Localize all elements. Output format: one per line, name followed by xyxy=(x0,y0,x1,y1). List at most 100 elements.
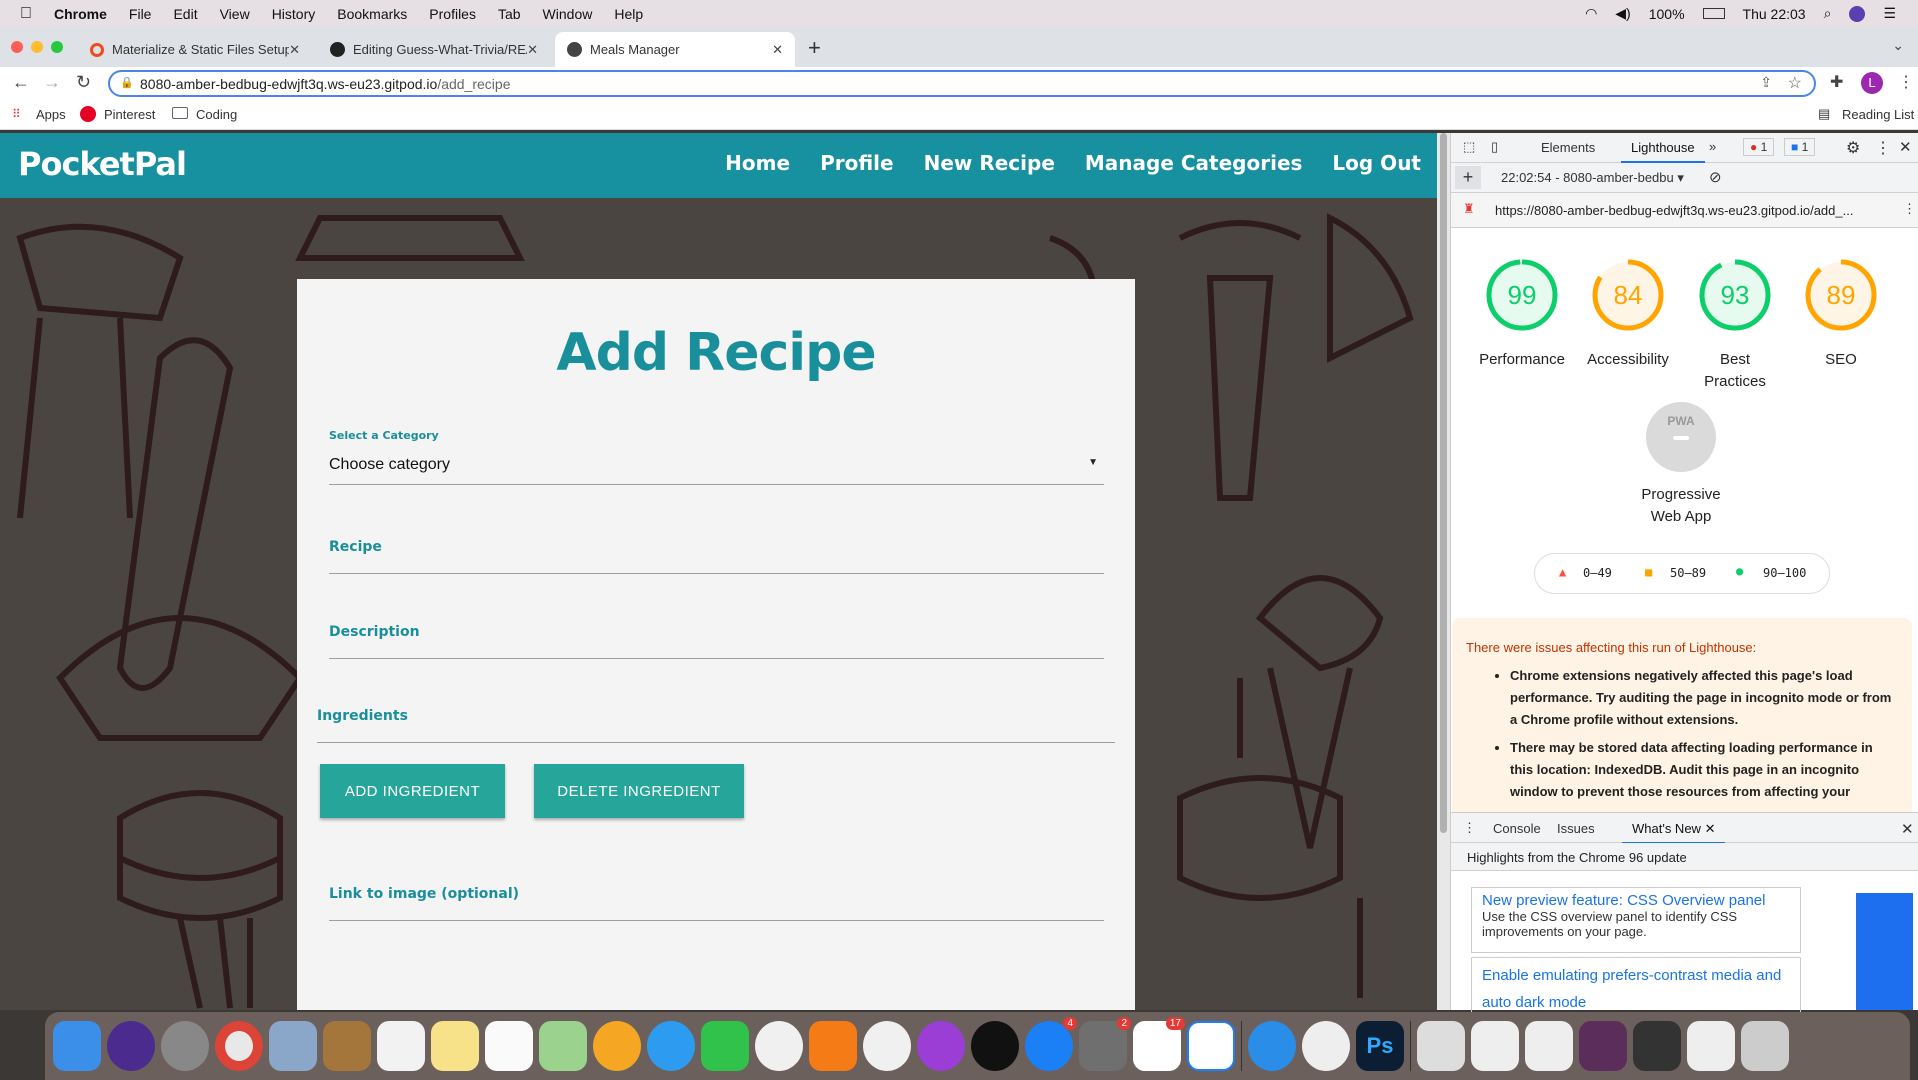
minimized-window[interactable] xyxy=(1471,1021,1519,1071)
drawer-menu-icon[interactable]: ⋮ xyxy=(1463,820,1476,836)
menu-file[interactable]: File xyxy=(129,6,152,22)
close-drawer-icon[interactable]: ✕ xyxy=(1901,820,1914,838)
contacts-icon[interactable] xyxy=(323,1021,371,1071)
back-button[interactable]: ← xyxy=(12,72,30,93)
category-select[interactable]: Choose category ▼ xyxy=(329,447,1104,485)
finder-icon[interactable] xyxy=(53,1021,101,1071)
launchpad-icon[interactable] xyxy=(161,1021,209,1071)
music-icon[interactable] xyxy=(863,1021,911,1071)
report-url[interactable]: https://8080-amber-bedbug-edwjft3q.ws-eu… xyxy=(1495,203,1853,218)
share-icon[interactable]: ⇪ xyxy=(1760,74,1772,91)
reminders-icon[interactable] xyxy=(485,1021,533,1071)
minimized-window[interactable] xyxy=(1525,1021,1573,1071)
chrome-icon[interactable] xyxy=(215,1021,263,1071)
app-store-icon[interactable]: 4 xyxy=(1025,1017,1077,1071)
nav-log-out[interactable]: Log Out xyxy=(1332,151,1421,175)
new-tab-button[interactable]: + xyxy=(808,35,821,61)
menu-edit[interactable]: Edit xyxy=(173,6,197,22)
printer-icon[interactable] xyxy=(1187,1021,1235,1071)
bookmark-coding[interactable]: Coding xyxy=(196,107,237,122)
score-gauge-accessibility[interactable]: 84 Accessibility xyxy=(1578,255,1678,371)
delete-ingredient-button[interactable]: DELETE INGREDIENT xyxy=(534,764,744,818)
device-toolbar-icon[interactable]: ▯ xyxy=(1491,139,1498,155)
devtools-menu-icon[interactable]: ⋮ xyxy=(1875,138,1891,158)
photos-icon[interactable] xyxy=(593,1021,641,1071)
mail-icon[interactable] xyxy=(269,1021,317,1071)
image-link-input[interactable]: Link to image (optional) xyxy=(329,871,1104,921)
menu-help[interactable]: Help xyxy=(614,6,643,22)
system-preferences-icon[interactable]: 2 xyxy=(1079,1017,1131,1071)
recipe-input[interactable]: Recipe xyxy=(329,524,1104,574)
close-tab-icon[interactable]: ✕ xyxy=(1705,821,1716,836)
error-counter[interactable]: ● 1 xyxy=(1743,138,1775,156)
siri-icon[interactable] xyxy=(1849,5,1866,22)
menu-app-name[interactable]: Chrome xyxy=(54,6,107,22)
news-icon[interactable] xyxy=(755,1021,803,1071)
clear-reports-icon[interactable]: ⊘ xyxy=(1709,168,1722,186)
apple-icon[interactable]:  xyxy=(20,5,32,23)
drawer-tab-whats-new[interactable]: What's New ✕ xyxy=(1622,821,1726,844)
nav-profile[interactable]: Profile xyxy=(820,151,894,175)
bookmark-apps[interactable]: Apps xyxy=(36,107,66,122)
bookmark-pinterest[interactable]: Pinterest xyxy=(104,107,155,122)
chrome-menu-icon[interactable]: ⋮ xyxy=(1898,72,1914,92)
menu-history[interactable]: History xyxy=(272,6,316,22)
forward-button[interactable]: → xyxy=(43,72,61,93)
battery-icon[interactable] xyxy=(1702,8,1725,19)
trash-icon[interactable] xyxy=(1741,1021,1789,1071)
score-gauge-seo[interactable]: 89 SEO xyxy=(1791,255,1891,371)
minimized-window[interactable] xyxy=(1579,1021,1627,1071)
reading-list-button[interactable]: Reading List xyxy=(1842,107,1914,122)
siri-icon[interactable] xyxy=(107,1021,155,1071)
drawer-tab-console[interactable]: Console xyxy=(1493,821,1541,836)
tab-search-chevron-icon[interactable]: ⌄ xyxy=(1892,37,1904,54)
page-scrollbar[interactable] xyxy=(1437,133,1450,1010)
tab-meals-manager[interactable]: Meals Manager ✕ xyxy=(555,32,795,67)
more-tabs-icon[interactable]: » xyxy=(1709,139,1716,154)
safari-icon[interactable] xyxy=(1248,1021,1296,1071)
minimized-window[interactable] xyxy=(1633,1021,1681,1071)
close-tab-icon[interactable]: ✕ xyxy=(289,42,300,58)
zoom-window-button[interactable] xyxy=(51,41,63,53)
description-input[interactable]: Description xyxy=(329,609,1104,659)
messages-icon[interactable] xyxy=(647,1021,695,1071)
menu-window[interactable]: Window xyxy=(543,6,593,22)
calendar-icon[interactable] xyxy=(377,1021,425,1071)
facetime-icon[interactable] xyxy=(701,1021,749,1071)
address-bar[interactable]: 🔒 8080-amber-bedbug-edwjft3q.ws-eu23.git… xyxy=(108,70,1816,97)
tab-elements[interactable]: Elements xyxy=(1541,140,1595,155)
new-report-button[interactable]: + xyxy=(1455,166,1481,189)
vlc-icon[interactable] xyxy=(809,1021,857,1071)
tab-materialize[interactable]: Materialize & Static Files Setup ✕ xyxy=(78,32,312,67)
volume-icon[interactable]: ◀) xyxy=(1615,5,1630,22)
photoshop-icon[interactable]: Ps xyxy=(1356,1021,1404,1071)
report-select[interactable]: 22:02:54 - 8080-amber-bedbu ▾ xyxy=(1501,170,1684,186)
score-gauge-best-practices[interactable]: 93 Best Practices xyxy=(1685,255,1785,393)
clock[interactable]: Thu 22:03 xyxy=(1743,6,1806,22)
add-ingredient-button[interactable]: ADD INGREDIENT xyxy=(320,764,505,818)
report-menu-icon[interactable]: ⋮ xyxy=(1903,201,1916,217)
ingredients-input[interactable]: Ingredients xyxy=(317,693,1115,743)
menu-profiles[interactable]: Profiles xyxy=(429,6,476,22)
profile-avatar[interactable]: L xyxy=(1861,72,1883,94)
bookmark-star-icon[interactable]: ☆ xyxy=(1788,73,1802,93)
news-card[interactable]: Enable emulating prefers-contrast media … xyxy=(1471,957,1801,1017)
close-tab-icon[interactable]: ✕ xyxy=(527,42,538,58)
apple-tv-icon[interactable] xyxy=(971,1021,1019,1071)
settings-gear-icon[interactable]: ⚙ xyxy=(1846,138,1860,158)
control-center-icon[interactable]: ☰ xyxy=(1883,5,1896,22)
close-window-button[interactable] xyxy=(11,41,23,53)
tab-github[interactable]: Editing Guess-What-Trivia/README✕ xyxy=(318,32,550,67)
menu-tab[interactable]: Tab xyxy=(498,6,521,22)
close-devtools-icon[interactable]: ✕ xyxy=(1899,138,1912,156)
wifi-icon[interactable]: ◠ xyxy=(1585,5,1597,22)
news-card[interactable]: New preview feature: CSS Overview panel … xyxy=(1471,887,1801,953)
extensions-icon[interactable]: ✚ xyxy=(1830,72,1843,92)
drawer-tab-issues[interactable]: Issues xyxy=(1557,821,1595,836)
smile-app-icon[interactable] xyxy=(1302,1021,1350,1071)
inspect-element-icon[interactable]: ⬚ xyxy=(1463,139,1475,155)
podcasts-icon[interactable] xyxy=(917,1021,965,1071)
reload-button[interactable]: ↻ xyxy=(76,72,91,93)
notes-icon[interactable] xyxy=(431,1021,479,1071)
close-tab-icon[interactable]: ✕ xyxy=(772,42,783,58)
